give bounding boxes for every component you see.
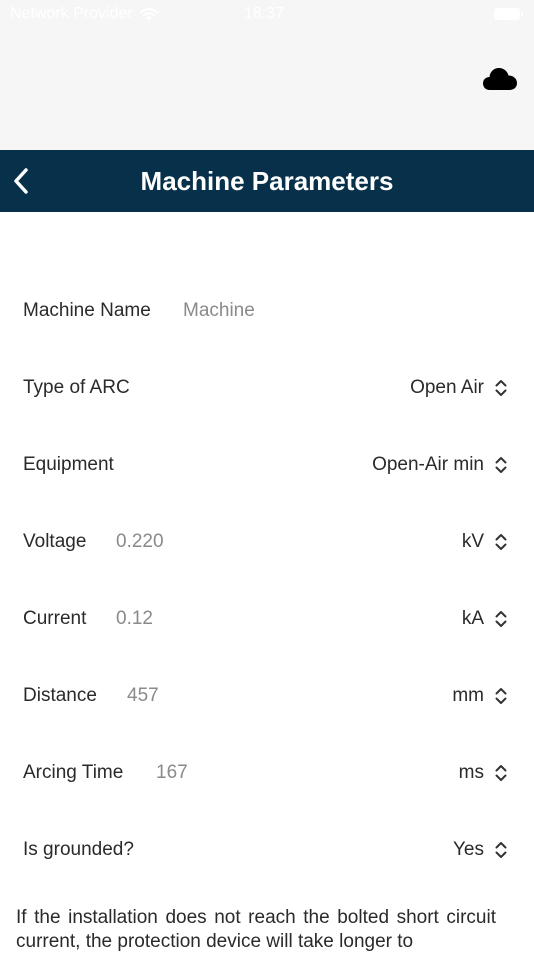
machine-name-row: Machine Name Machine (0, 272, 534, 349)
equipment-label: Equipment (23, 454, 114, 475)
is-grounded-row: Is grounded? Yes (0, 811, 534, 888)
is-grounded-value: Yes (453, 839, 484, 860)
chevron-up-down-icon (495, 457, 507, 473)
distance-unit-select[interactable]: mm (452, 681, 508, 711)
is-grounded-label: Is grounded? (23, 839, 134, 860)
type-of-arc-value: Open Air (410, 377, 484, 398)
machine-parameters-form: Machine Name Machine Type of ARC Open Ai… (0, 272, 534, 888)
chevron-up-down-icon (495, 611, 507, 627)
type-of-arc-select[interactable]: Open Air (410, 373, 508, 403)
type-of-arc-row: Type of ARC Open Air (0, 349, 534, 426)
current-label: Current (23, 608, 87, 629)
equipment-select[interactable]: Open-Air min (372, 450, 508, 480)
voltage-unit: kV (461, 531, 484, 552)
navigation-bar: Machine Parameters (0, 150, 534, 212)
current-unit-select[interactable]: kA (462, 604, 508, 634)
chevron-up-down-icon (495, 842, 507, 858)
voltage-label: Voltage (23, 531, 87, 552)
carrier-label: Network Provider (10, 5, 133, 22)
wifi-icon (139, 7, 158, 21)
distance-label: Distance (23, 685, 97, 706)
arcing-time-unit: ms (458, 762, 484, 783)
chevron-up-down-icon (495, 688, 507, 704)
equipment-row: Equipment Open-Air min (0, 426, 534, 503)
chevron-up-down-icon (495, 765, 507, 781)
info-footnote: If the installation does not reach the b… (16, 907, 496, 952)
machine-name-label: Machine Name (23, 300, 151, 321)
carrier: Network Provider (10, 5, 159, 23)
chevron-up-down-icon (495, 380, 507, 396)
back-button[interactable] (6, 163, 36, 199)
distance-unit: mm (452, 685, 484, 706)
arcing-time-input[interactable]: 167 (156, 762, 188, 784)
status-bar: Network Provider 18:37 (0, 0, 534, 30)
current-unit: kA (461, 608, 484, 629)
chevron-left-icon (14, 168, 28, 194)
cloud-button[interactable] (482, 64, 518, 92)
distance-row: Distance 457 mm (0, 657, 534, 734)
voltage-row: Voltage 0.220 kV (0, 503, 534, 580)
page-title: Machine Parameters (140, 166, 394, 196)
distance-input[interactable]: 457 (127, 685, 159, 707)
voltage-unit-select[interactable]: kV (462, 527, 508, 557)
status-time: 18:37 (244, 5, 285, 22)
top-area: Network Provider 18:37 (0, 0, 534, 150)
voltage-input[interactable]: 0.220 (116, 531, 164, 553)
is-grounded-select[interactable]: Yes (453, 835, 508, 865)
type-of-arc-label: Type of ARC (23, 377, 130, 398)
arcing-time-label: Arcing Time (23, 762, 124, 783)
chevron-up-down-icon (495, 534, 507, 550)
machine-name-input[interactable]: Machine (183, 300, 255, 322)
current-input[interactable]: 0.12 (116, 608, 153, 630)
arcing-time-row: Arcing Time 167 ms (0, 734, 534, 811)
equipment-value: Open-Air min (372, 454, 484, 475)
battery-icon (494, 8, 523, 20)
cloud-icon (483, 68, 517, 90)
arcing-time-unit-select[interactable]: ms (459, 758, 508, 788)
current-row: Current 0.12 kA (0, 580, 534, 657)
